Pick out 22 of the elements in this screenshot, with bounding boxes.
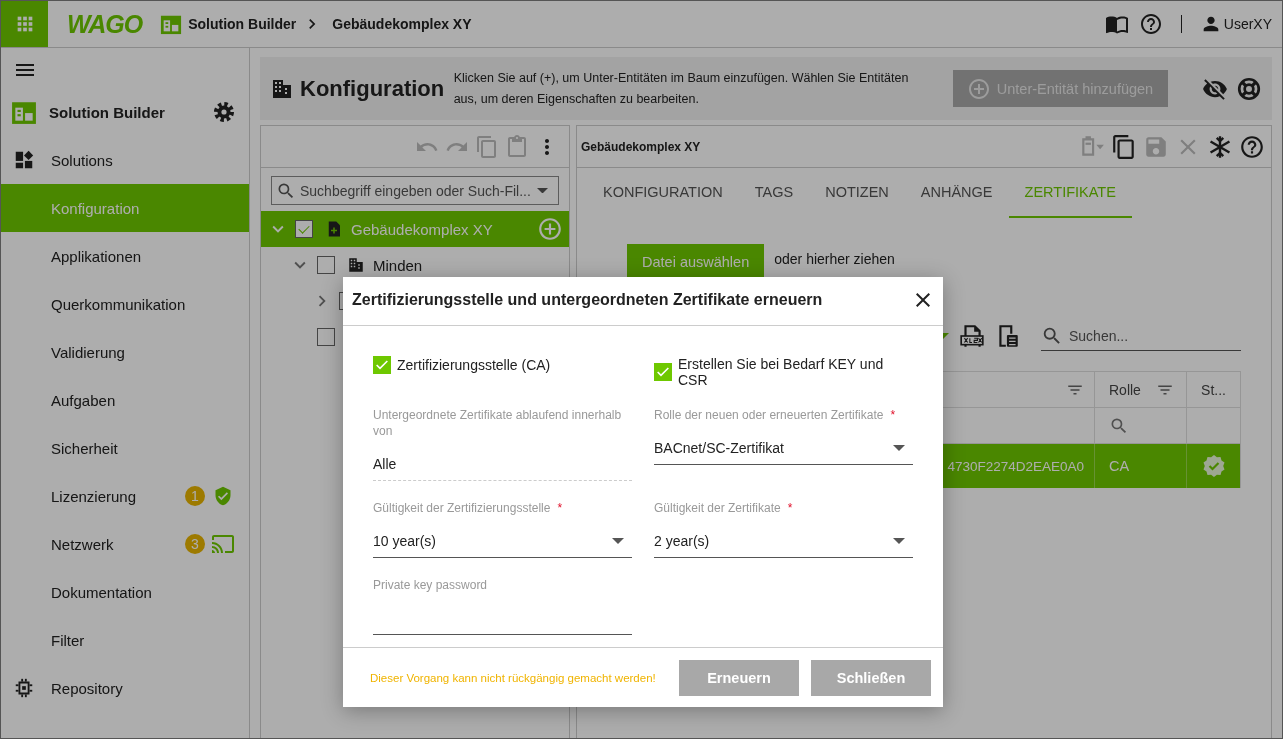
- description-text: Klicken Sie auf (+), um Unter-Entitäten im Baum einzufügen. Wählen Sie Entitäten aus, um deren Eigenschaften zu bearbeiten.: [453, 69, 910, 108]
- field-label: Gültigkeit der Zertifikate: [654, 501, 781, 515]
- table-cell: CA: [1095, 444, 1187, 488]
- field-label: Rolle der neuen oder erneuerten Zertifikate: [654, 408, 884, 422]
- field-label: Private key password: [373, 578, 488, 592]
- field-label: Gültigkeit der Zertifizierungsstelle: [373, 501, 551, 515]
- checkbox-label: Erstellen Sie bei Bedarf KEY und CSR: [678, 356, 885, 388]
- required-mark: *: [890, 408, 896, 422]
- count-badge: 3: [185, 534, 205, 554]
- warning-text: Dieser Vorgang kann nicht rückgängig gemacht werden!: [370, 671, 657, 684]
- count-badge: 1: [185, 486, 205, 506]
- panel-title: Gebäudekomplex XY: [581, 139, 702, 154]
- sidebar-title: Solution Builder: [49, 103, 166, 121]
- checkbox-label: Zertifizierungsstelle (CA): [397, 357, 551, 373]
- required-mark: *: [787, 501, 793, 515]
- field-label: Untergeordnete Zertifikate ablaufend innerhalb von: [373, 408, 622, 438]
- drop-hint: oder hierher ziehen: [774, 251, 895, 267]
- page-title: Konfiguration: [300, 75, 445, 102]
- required-mark: *: [557, 501, 563, 515]
- dialog-title: Zertifizierungsstelle und untergeordneten Zertifikate erneuern: [352, 291, 824, 309]
- read-only-field: Alle: [373, 447, 632, 481]
- logo: WAGO: [67, 9, 143, 39]
